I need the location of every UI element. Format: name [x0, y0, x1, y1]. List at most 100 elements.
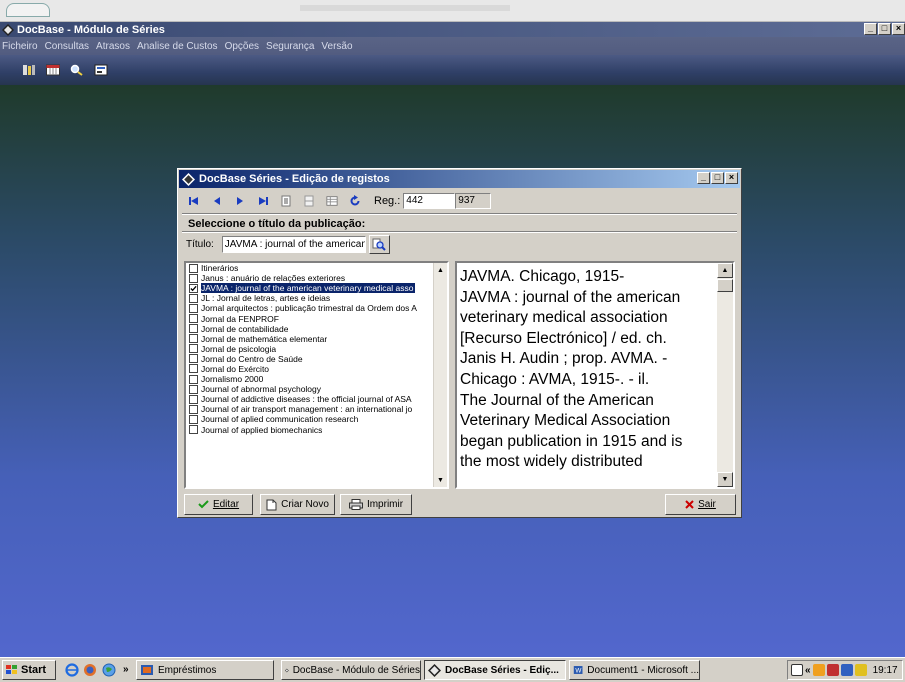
list-item-label: Jornal de psicologia: [201, 343, 277, 354]
titulo-row: Título: JAVMA : journal of the american …: [186, 235, 390, 254]
list-item-checkbox[interactable]: [189, 404, 198, 414]
menu-versao[interactable]: Versão: [321, 41, 352, 52]
list-item[interactable]: Jornal do Centro de Saúde: [186, 354, 434, 364]
tray-more[interactable]: «: [805, 665, 811, 676]
list-item-checkbox[interactable]: [189, 283, 198, 293]
maximize-icon[interactable]: □: [878, 23, 891, 35]
list-item-checkbox[interactable]: [189, 384, 198, 394]
next-record-icon[interactable]: [234, 195, 246, 207]
network-icon[interactable]: [826, 664, 839, 676]
list-item[interactable]: Journal of air transport management : an…: [186, 404, 434, 414]
detail-line: Chicago : AVMA, 1915-. - il.: [460, 370, 650, 388]
dialog-close-icon[interactable]: ×: [725, 172, 738, 184]
task-docbase-modulo[interactable]: DocBase - Módulo de Séries: [281, 660, 421, 680]
messenger-icon[interactable]: [840, 664, 853, 676]
list-item-checkbox[interactable]: [189, 354, 198, 364]
task-emprestimos[interactable]: Empréstimos: [136, 660, 274, 680]
menu-analise-custos[interactable]: Analise de Custos: [137, 41, 218, 52]
report-icon[interactable]: [94, 64, 108, 76]
imprimir-label: Imprimir: [366, 499, 404, 510]
list-item[interactable]: Jornal de psicologia: [186, 344, 434, 354]
list-item[interactable]: Jornalismo 2000: [186, 374, 434, 384]
menu-seguranca[interactable]: Segurança: [266, 41, 314, 52]
columns-icon[interactable]: [303, 195, 315, 207]
task-docbase-edicao[interactable]: DocBase Séries - Ediç...: [424, 660, 566, 680]
scroll-up-icon[interactable]: ▲: [434, 263, 447, 277]
start-button[interactable]: Start: [2, 660, 56, 680]
list-item[interactable]: Journal of applied biomechanics: [186, 425, 434, 435]
firefox-icon[interactable]: [82, 662, 98, 678]
list-item[interactable]: JAVMA : journal of the american veterina…: [186, 283, 434, 294]
reg-number-input[interactable]: 442: [403, 193, 456, 209]
title-list[interactable]: Itinerários Janus : anuário de relações e…: [184, 261, 449, 489]
list-item-checkbox[interactable]: [189, 414, 198, 424]
globe-icon[interactable]: [101, 662, 117, 678]
list-item-checkbox[interactable]: [189, 425, 198, 435]
task-document1-word[interactable]: W Document1 - Microsoft ...: [569, 660, 700, 680]
list-item[interactable]: Journal of aplied communication research: [186, 414, 434, 424]
detail-scroll-thumb[interactable]: [717, 279, 733, 292]
series-icon[interactable]: [22, 64, 36, 76]
windows-taskbar: Start » Empréstimos DocBase - Módulo de …: [0, 657, 905, 682]
list-item-checkbox[interactable]: [189, 324, 198, 334]
list-item[interactable]: Journal of addictive diseases : the offi…: [186, 394, 434, 404]
record-detail-text: JAVMA. Chicago, 1915- JAVMA : journal of …: [460, 267, 718, 473]
titulo-input[interactable]: JAVMA : journal of the american veterina…: [221, 236, 366, 253]
dialog-minimize-icon[interactable]: _: [697, 172, 710, 184]
list-item-checkbox[interactable]: [189, 303, 198, 313]
list-item[interactable]: JL : Jornal de letras, artes e ideias: [186, 293, 434, 303]
list-item[interactable]: Journal of abnormal psychology: [186, 384, 434, 394]
list-item-checkbox[interactable]: [189, 314, 198, 324]
shield-icon[interactable]: [854, 664, 867, 676]
grid-icon[interactable]: [326, 195, 338, 207]
close-icon[interactable]: ×: [892, 23, 905, 35]
list-item-checkbox[interactable]: [189, 293, 198, 303]
search-title-button[interactable]: [368, 235, 390, 254]
sair-button[interactable]: Sair: [665, 494, 736, 515]
list-item-checkbox[interactable]: [189, 394, 198, 404]
quicklaunch-more[interactable]: »: [123, 664, 129, 675]
antivirus-icon[interactable]: [812, 664, 825, 676]
internet-explorer-icon[interactable]: [64, 662, 80, 678]
detail-line: Veterinary Medical Association: [460, 412, 671, 430]
help-icon[interactable]: [791, 664, 803, 676]
list-item-checkbox[interactable]: [189, 364, 198, 374]
prev-record-icon[interactable]: [211, 195, 223, 207]
criar-novo-button[interactable]: Criar Novo: [260, 494, 335, 515]
list-item-checkbox[interactable]: [189, 263, 198, 273]
list-item[interactable]: Jornal do Exército: [186, 364, 434, 374]
list-item-checkbox[interactable]: [189, 273, 198, 283]
list-item[interactable]: Jornal arquitectos : publicação trimestr…: [186, 303, 434, 313]
first-record-icon[interactable]: [188, 195, 200, 207]
dialog-maximize-icon[interactable]: □: [711, 172, 724, 184]
detail-scroll-up-icon[interactable]: ▲: [717, 263, 733, 278]
list-item-checkbox[interactable]: [189, 344, 198, 354]
calendar-icon[interactable]: [46, 64, 60, 76]
search-icon[interactable]: [70, 64, 84, 76]
list-item[interactable]: Itinerários: [186, 263, 434, 273]
menu-ficheiro[interactable]: Ficheiro: [2, 41, 38, 52]
refresh-icon[interactable]: [349, 195, 361, 207]
list-item-checkbox[interactable]: [189, 334, 198, 344]
docbase-app-icon: [2, 23, 14, 36]
list-item[interactable]: Jornal de contabilidade: [186, 324, 434, 334]
dialog-title-bar: DocBase Séries - Edição de registos _ □ …: [179, 170, 740, 188]
list-item[interactable]: Jornal de mathemática elementar: [186, 334, 434, 344]
menu-atrasos[interactable]: Atrasos: [96, 41, 130, 52]
list-item-checkbox[interactable]: [189, 374, 198, 384]
list-item[interactable]: Janus : anuário de relações exteriores: [186, 273, 434, 283]
imprimir-button[interactable]: Imprimir: [340, 494, 412, 515]
detail-scroll-down-icon[interactable]: ▼: [717, 472, 733, 487]
minimize-icon[interactable]: _: [864, 23, 877, 35]
menu-consultas[interactable]: Consultas: [45, 41, 89, 52]
last-record-icon[interactable]: [257, 195, 269, 207]
menu-opcoes[interactable]: Opções: [225, 41, 259, 52]
record-detail-panel[interactable]: JAVMA. Chicago, 1915- JAVMA : journal of …: [455, 261, 735, 489]
list-icon[interactable]: [280, 195, 292, 207]
title-list-scrollbar[interactable]: ▲ ▼: [433, 263, 447, 487]
list-item[interactable]: Jornal da FENPROF: [186, 313, 434, 324]
editar-button[interactable]: Editar: [184, 494, 253, 515]
scroll-down-icon[interactable]: ▼: [434, 473, 447, 487]
detail-scrollbar[interactable]: ▲ ▼: [717, 263, 733, 487]
list-item-label: Journal of applied biomechanics: [201, 424, 323, 435]
